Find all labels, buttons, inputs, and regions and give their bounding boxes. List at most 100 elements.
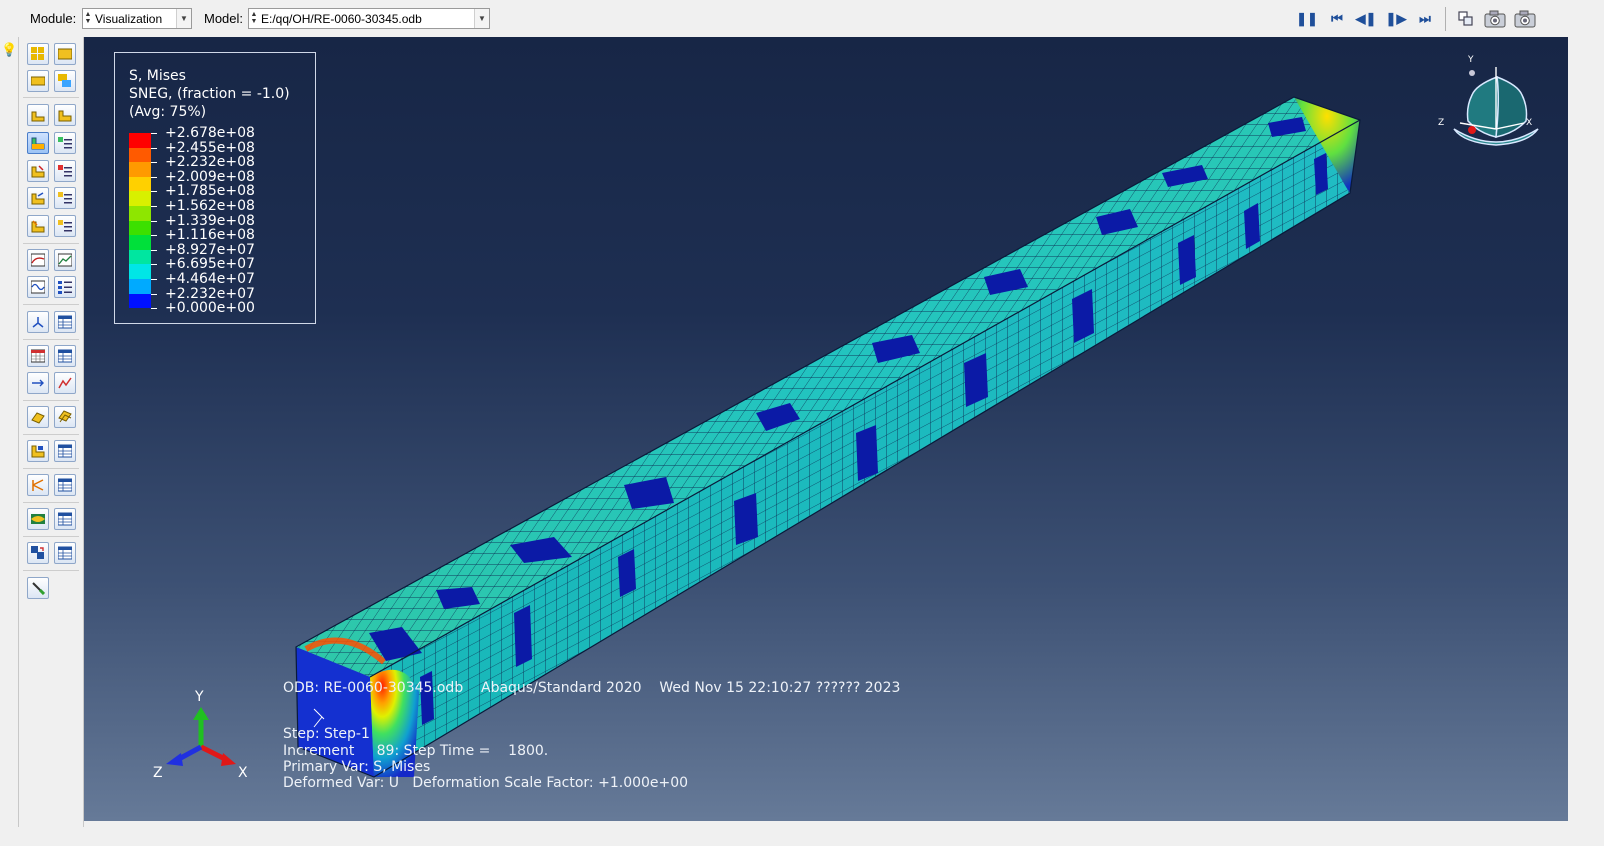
toolbox bbox=[19, 37, 84, 827]
field-output-manager-icon[interactable] bbox=[54, 542, 76, 564]
create-field-output-icon[interactable] bbox=[27, 542, 49, 564]
element-labels-icon[interactable] bbox=[54, 43, 76, 65]
stream-icon[interactable] bbox=[27, 474, 49, 496]
legend-subtitle: SNEG, (fraction = -1.0) bbox=[129, 86, 290, 102]
symbol-options-icon[interactable] bbox=[54, 160, 76, 182]
plot-material-orientations-icon[interactable] bbox=[27, 187, 49, 209]
beam-edge bbox=[369, 119, 1361, 678]
legend-tick bbox=[151, 220, 157, 222]
movie-options-icon[interactable] bbox=[1456, 9, 1478, 29]
compass-z-label: Z bbox=[1438, 118, 1445, 128]
spinner-icon: ▲ ▼ bbox=[84, 11, 92, 25]
first-frame-icon[interactable]: ⏮ bbox=[1326, 10, 1348, 28]
model-select[interactable]: ▲ ▼ E:/qq/OH/RE-0060-30345.odb ▼ bbox=[248, 8, 490, 29]
view-cut-manager-icon[interactable] bbox=[54, 406, 76, 428]
legend-tick bbox=[151, 235, 157, 237]
legend-value: +2.455e+08 bbox=[165, 139, 255, 156]
module-select-value: Visualization bbox=[95, 12, 163, 26]
display-group-manager-icon[interactable] bbox=[54, 440, 76, 462]
axis-triad bbox=[166, 707, 236, 766]
toolbox-divider bbox=[23, 468, 79, 469]
create-display-group-icon[interactable] bbox=[27, 440, 49, 462]
plot-contours-icon[interactable] bbox=[27, 132, 49, 154]
allow-multiple-plot-states-icon[interactable] bbox=[27, 215, 49, 237]
camera-icon[interactable] bbox=[1514, 9, 1536, 29]
node-labels-icon[interactable] bbox=[27, 43, 49, 65]
legend-swatch bbox=[129, 293, 151, 309]
legend-swatch bbox=[129, 162, 151, 177]
legend-tick bbox=[151, 279, 157, 280]
create-csys-icon[interactable] bbox=[27, 311, 49, 333]
legend-value: +1.785e+08 bbox=[165, 183, 255, 200]
legend-swatch bbox=[129, 264, 151, 279]
create-xy-data-icon[interactable] bbox=[27, 345, 49, 367]
legend-value: +1.562e+08 bbox=[165, 198, 255, 214]
legend-tick bbox=[151, 293, 157, 295]
legend-title: S, Mises bbox=[129, 68, 186, 84]
legend-swatch bbox=[129, 176, 151, 192]
plot-undeformed-icon[interactable] bbox=[27, 104, 49, 126]
legend-tick bbox=[151, 176, 157, 178]
camera-icon[interactable] bbox=[1484, 9, 1506, 29]
superimpose-options-icon[interactable] bbox=[54, 215, 76, 237]
legend-swatch bbox=[129, 133, 151, 148]
legend-value: +2.678e+08 bbox=[165, 125, 255, 141]
active-frames-icon[interactable] bbox=[27, 508, 49, 530]
legend-swatch bbox=[129, 191, 151, 206]
probe-values-icon[interactable] bbox=[27, 577, 49, 599]
legend-swatch bbox=[129, 206, 151, 221]
right-frame bbox=[1568, 37, 1604, 827]
module-select[interactable]: ▲ ▼ Visualization ▼ bbox=[82, 8, 192, 29]
legend-value: +0.000e+00 bbox=[165, 300, 255, 317]
increment-info: Increment 89: Step Time = 1800. bbox=[283, 743, 549, 759]
pause-icon[interactable]: ❚❚ bbox=[1296, 10, 1318, 28]
bottom-frame bbox=[84, 821, 1568, 846]
toolbox-divider bbox=[23, 97, 79, 98]
animate-scale-factor-icon[interactable] bbox=[27, 249, 49, 271]
animate-harmonic-icon[interactable] bbox=[27, 276, 49, 298]
animate-time-history-icon[interactable] bbox=[54, 249, 76, 271]
orientation-options-icon[interactable] bbox=[54, 187, 76, 209]
plot-deformed-icon[interactable] bbox=[54, 104, 76, 126]
step-info: Step: Step-1 bbox=[283, 726, 370, 742]
create-path-icon[interactable] bbox=[27, 372, 49, 394]
plot-symbols-icon[interactable] bbox=[27, 160, 49, 182]
legend-tick bbox=[151, 133, 157, 134]
toolbox-divider bbox=[23, 434, 79, 435]
frames-manager-icon[interactable] bbox=[54, 508, 76, 530]
compass-x-label: X bbox=[1526, 118, 1533, 128]
lightbulb-icon[interactable]: 💡 bbox=[1, 42, 17, 58]
legend-value: +2.232e+07 bbox=[165, 285, 255, 302]
last-frame-icon[interactable]: ⏭ bbox=[1414, 10, 1436, 28]
legend-tick bbox=[151, 264, 157, 266]
prompt-strip bbox=[0, 37, 19, 827]
view-orientation-compass[interactable] bbox=[1453, 67, 1539, 146]
legend-value: +2.009e+08 bbox=[165, 168, 255, 185]
xy-data-manager-icon[interactable] bbox=[54, 345, 76, 367]
legend-tick bbox=[151, 206, 157, 207]
legend-swatch bbox=[129, 249, 151, 265]
next-frame-icon[interactable]: ❚▶ bbox=[1385, 10, 1407, 28]
contour-legend: S, Mises SNEG, (fraction = -1.0) (Avg: 7… bbox=[114, 52, 316, 324]
toolbox-divider bbox=[23, 502, 79, 503]
chevron-down-icon[interactable]: ▼ bbox=[176, 9, 191, 28]
model-select-value: E:/qq/OH/RE-0060-30345.odb bbox=[261, 12, 422, 26]
csys-manager-icon[interactable] bbox=[54, 311, 76, 333]
animation-options-icon[interactable] bbox=[54, 276, 76, 298]
legend-tick bbox=[151, 162, 157, 164]
odb-info-line: ODB: RE-0060-30345.odb Abaqus/Standard 2… bbox=[283, 680, 901, 696]
display-options-icon[interactable] bbox=[54, 70, 76, 92]
xy-plot-icon[interactable] bbox=[54, 372, 76, 394]
view-cut-icon[interactable] bbox=[27, 406, 49, 428]
toolbar-divider bbox=[1445, 7, 1446, 31]
viewport[interactable]: S, Mises SNEG, (fraction = -1.0) (Avg: 7… bbox=[84, 37, 1568, 821]
surface-display-icon[interactable] bbox=[27, 70, 49, 92]
stream-manager-icon[interactable] bbox=[54, 474, 76, 496]
triad-z-label: Z bbox=[153, 765, 163, 781]
contour-options-icon[interactable] bbox=[54, 132, 76, 154]
legend-tick bbox=[151, 191, 157, 193]
previous-frame-icon[interactable]: ◀❚ bbox=[1355, 10, 1377, 28]
legend-value: +1.116e+08 bbox=[165, 227, 255, 244]
toolbox-divider bbox=[23, 536, 79, 537]
chevron-down-icon[interactable]: ▼ bbox=[474, 9, 489, 28]
